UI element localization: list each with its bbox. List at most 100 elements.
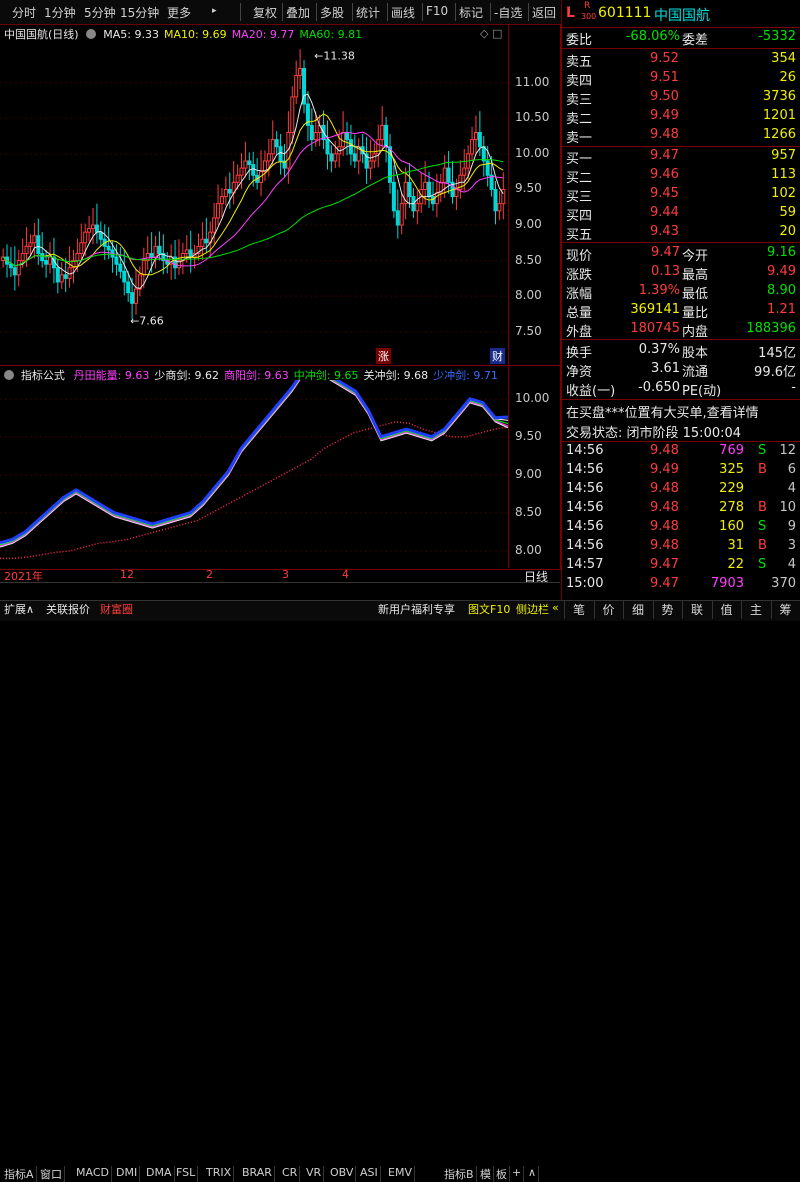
candlestick-chart[interactable]: ←11.38 ←7.66 (0, 40, 508, 346)
expand-button[interactable]: 扩展∧ (4, 601, 34, 618)
toolbar-action[interactable]: 复权 (253, 4, 277, 21)
indicator-settings-icon[interactable] (4, 370, 14, 380)
quote-nav-tab[interactable]: 笔 (564, 601, 593, 619)
toolbar-action[interactable]: 画线 (391, 4, 415, 21)
order-book-row[interactable]: 卖五 9.52 354 (564, 51, 800, 70)
finance-badge[interactable]: 财 (490, 348, 505, 364)
indicator-tab[interactable]: + (510, 1166, 525, 1182)
level-label: 卖一 (566, 131, 593, 146)
period-tab[interactable]: 更多 (167, 4, 191, 21)
candle-body (329, 153, 334, 162)
order-book-row[interactable]: 买三 9.45 102 (564, 186, 800, 205)
period-tab[interactable]: 15分钟 (120, 4, 159, 21)
trade-side: S (758, 519, 767, 534)
candle-body (430, 196, 435, 205)
order-book-row[interactable]: 买一 9.47 957 (564, 148, 800, 167)
indicator-tab[interactable]: MACD (74, 1166, 112, 1182)
indicator-tab[interactable]: 指标B (442, 1166, 477, 1182)
toolbar-action[interactable]: 多股 (320, 4, 344, 21)
indicator-tab[interactable]: TRIX (204, 1166, 235, 1182)
candle-body (415, 203, 420, 212)
chart-options-icons[interactable]: ◇ □ (480, 27, 502, 40)
period-tab[interactable]: 5分钟 (84, 4, 116, 21)
trade-row: 14:56 9.49 325 B 6 (564, 462, 800, 481)
order-book-row[interactable]: 卖四 9.51 26 (564, 70, 800, 89)
stat-label: 外盘 (566, 325, 593, 340)
order-book-row[interactable]: 买四 9.44 59 (564, 205, 800, 224)
stat-label: 换手 (566, 346, 593, 361)
y-tick: 11.00 (515, 74, 550, 89)
quote-nav-tab[interactable]: 联 (682, 601, 711, 619)
weibi-value: -68.06% (625, 29, 680, 44)
trade-time: 14:56 (566, 481, 604, 496)
quote-nav-tab[interactable]: 主 (741, 601, 770, 619)
indicator-tab[interactable]: 板 (494, 1166, 510, 1182)
order-book-row[interactable]: 卖二 9.49 1201 (564, 108, 800, 127)
indicator-tab[interactable]: FSL (174, 1166, 199, 1182)
linked-quote-button[interactable]: 关联报价 (46, 601, 90, 618)
candle-body (274, 139, 279, 148)
indicator-tab[interactable]: OBV (328, 1166, 357, 1182)
stat-value: 369141 (630, 302, 680, 317)
indicator-tab[interactable]: 窗口 (38, 1166, 65, 1182)
f10-button[interactable]: 图文F10 (468, 601, 510, 618)
order-book-row[interactable]: 卖三 9.50 3736 (564, 89, 800, 108)
sidebar-button[interactable]: 侧边栏 (516, 601, 549, 618)
toolbar-action[interactable]: 标记 (459, 4, 483, 21)
quote-nav-tab[interactable]: 值 (711, 601, 741, 619)
quote-nav-tab[interactable]: 筹 (770, 601, 800, 619)
indicator-chart[interactable] (0, 380, 508, 566)
candle-body (75, 252, 80, 262)
toolbar-action[interactable]: 统计 (356, 4, 380, 21)
indicator-tab[interactable]: ASI (358, 1166, 381, 1182)
candle-body (407, 181, 412, 198)
promo-link[interactable]: 新用户福利专享 (378, 601, 455, 618)
candle-body (313, 132, 318, 141)
stat-value: 99.6亿 (754, 365, 796, 380)
candle-body (114, 256, 119, 265)
toolbar-action[interactable]: 返回 (532, 4, 556, 21)
order-book-row[interactable]: 买五 9.43 20 (564, 224, 800, 243)
candle-body (79, 242, 84, 254)
indicator-tab[interactable]: VR (304, 1166, 325, 1182)
indicator-tab[interactable]: CR (280, 1166, 301, 1182)
rise-badge[interactable]: 涨 (376, 348, 391, 364)
toolbar-action[interactable]: 叠加 (286, 4, 310, 21)
indicator-tab[interactable]: EMV (386, 1166, 415, 1182)
quote-nav-tab[interactable]: 细 (623, 601, 652, 619)
toolbar-action[interactable]: F10 (426, 4, 448, 18)
big-order-notice[interactable]: 在买盘***位置有大买单,查看详情 (566, 402, 759, 421)
period-tab[interactable]: 分时 (12, 4, 36, 21)
wealth-circle-button[interactable]: 财富圈 (100, 601, 133, 618)
level-price: 9.51 (650, 70, 679, 85)
level-volume: 59 (779, 205, 796, 220)
trade-volume: 769 (719, 443, 744, 458)
sidebar-collapse-icon[interactable]: « (552, 601, 559, 618)
toolbar-action[interactable]: -自选 (494, 4, 522, 21)
indicator-tab[interactable]: DMI (114, 1166, 141, 1182)
trade-price: 9.48 (650, 500, 679, 515)
level-price: 9.43 (650, 224, 679, 239)
trade-time: 15:00 (566, 576, 604, 591)
top-toolbar: 分时 1分钟 5分钟 15分钟 更多 ▸ 复权 叠加 多股 统计 画线 F10 标记 -自选 返回 (0, 0, 560, 25)
stat-value: 0.13 (651, 264, 680, 279)
candle-body (227, 188, 232, 194)
indicator-tab[interactable]: ∧ (526, 1166, 540, 1182)
chart-settings-icon[interactable] (86, 29, 97, 39)
order-book-row[interactable]: 卖一 9.48 1266 (564, 127, 800, 146)
indicator-tab[interactable]: 模 (478, 1166, 494, 1182)
level-label: 买四 (566, 209, 593, 224)
more-arrow-icon[interactable]: ▸ (212, 6, 217, 16)
indicator-tab[interactable]: BRAR (240, 1166, 275, 1182)
indicator-tab[interactable]: 指标A (2, 1166, 37, 1182)
order-book-row[interactable]: 买二 9.46 113 (564, 167, 800, 186)
period-tab[interactable]: 1分钟 (44, 4, 76, 21)
indicator-tab[interactable]: DMA (144, 1166, 175, 1182)
quote-nav-tab[interactable]: 价 (593, 601, 623, 619)
level-volume: 1266 (762, 127, 796, 142)
indicator-y-axis: 10.00 9.50 9.00 8.50 8.00 (508, 365, 561, 568)
candle-body (423, 181, 428, 190)
quote-nav-tab[interactable]: 势 (652, 601, 682, 619)
candle-body (87, 228, 92, 233)
candle-body (44, 260, 49, 265)
